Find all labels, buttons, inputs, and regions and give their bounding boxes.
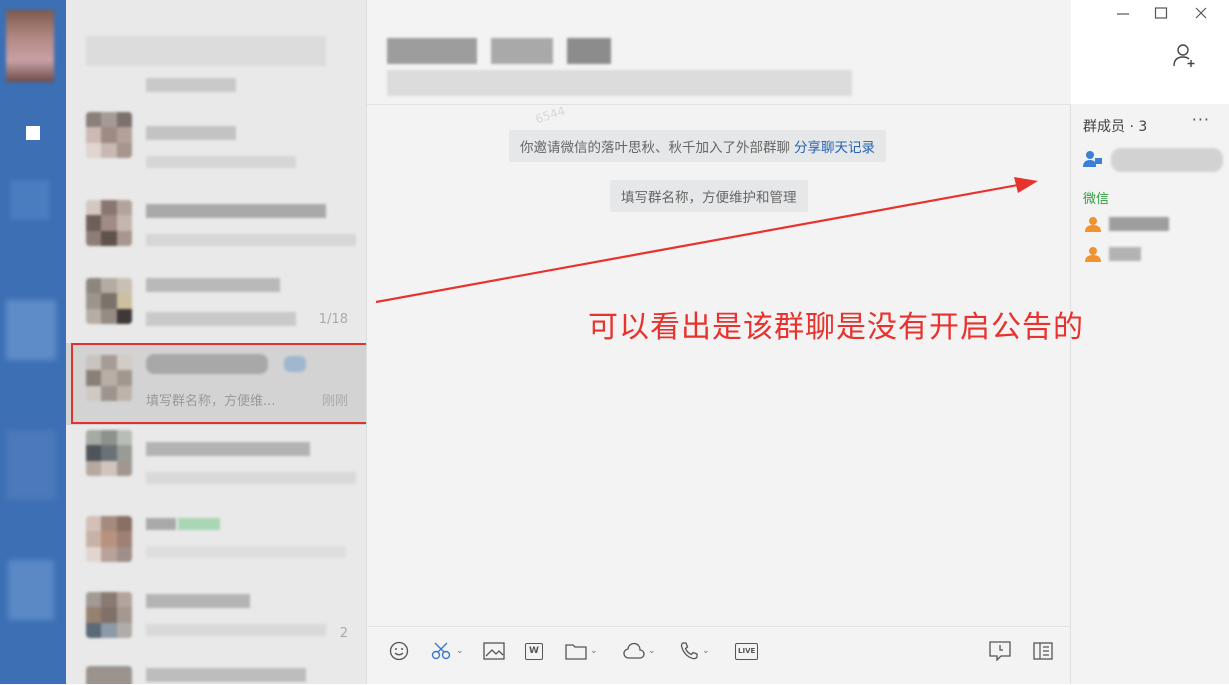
avatar [86,516,132,562]
file-button[interactable]: ⌄ [565,639,598,663]
close-icon [1195,7,1207,19]
chat-title [387,38,477,64]
rail-pixel [10,180,50,220]
chat-title [491,38,553,64]
chat-item-preview [146,546,346,558]
live-icon: LIVE [735,642,759,660]
input-toolbar: ⌄ W ⌄ ⌄ ⌄ LIVE [367,626,1071,685]
emoji-icon [389,641,409,661]
share-chat-history-link[interactable]: 分享聊天记录 [794,140,875,156]
chat-item-title [146,278,280,292]
person-icon [1085,217,1101,232]
avatar [86,430,132,476]
chevron-down-icon[interactable]: ⌄ [590,646,598,656]
annotation-text: 可以看出是该群聊是没有开启公告的 [588,310,1084,345]
system-message: 你邀请微信的落叶思秋、秋千加入了外部群聊 分享聊天记录 [509,130,886,162]
members-title: 群成员 · 3 [1083,119,1148,135]
members-section-label: 微信 [1083,192,1110,207]
avatar [86,592,132,638]
rail-pixel [8,560,54,620]
folder-icon [565,644,587,660]
watermark: 6544 [533,103,567,127]
cloud-icon [623,642,645,659]
more-icon[interactable]: ··· [1192,110,1210,129]
sidebar-toggle-button[interactable] [1033,639,1053,663]
chat-nav-icon[interactable] [26,126,40,140]
user-avatar[interactable] [6,10,54,82]
word-icon: W [525,642,543,660]
chat-item-title [146,78,236,92]
call-button[interactable]: ⌄ [679,639,710,663]
add-member-button[interactable] [1172,42,1198,68]
highlight-box [71,343,372,424]
chat-title [567,38,611,64]
screenshot-button[interactable]: ⌄ [431,639,464,663]
chat-item-preview [146,312,296,326]
chat-item-title [146,442,310,456]
person-icon [1085,247,1101,262]
chat-item-title [146,204,326,218]
chat-item-title [146,594,250,608]
rail-pixel [6,300,56,360]
member-name [1109,217,1169,231]
chat-header [367,0,1071,105]
doc-button[interactable]: W [525,639,543,663]
chat-item-title [146,518,176,530]
chevron-down-icon[interactable]: ⌄ [648,646,656,656]
avatar [86,112,132,158]
chat-item-time: 1/18 [318,312,348,327]
add-user-icon [1173,44,1195,67]
chat-subtitle [387,70,852,96]
emoji-button[interactable] [389,639,409,663]
system-message-text: 你邀请微信的落叶思秋、秋千加入了外部群聊 [520,140,790,156]
chat-item-preview [146,234,356,246]
avatar [86,666,132,684]
members-panel: 群成员 · 3 ··· 微信 [1070,104,1229,684]
minimize-icon [1117,13,1129,15]
sidebar-icon [1033,642,1053,660]
image-button[interactable] [483,639,505,663]
chat-item-preview [146,624,326,636]
chevron-down-icon[interactable]: ⌄ [702,646,710,656]
member-icon [1083,151,1102,167]
nav-rail [0,0,66,684]
system-message-text: 填写群名称，方便维护和管理 [621,190,797,206]
system-message: 填写群名称，方便维护和管理 [610,180,808,212]
chat-item-tag [178,518,220,530]
maximize-icon [1154,7,1168,19]
minimize-button[interactable] [1116,6,1130,24]
live-button[interactable]: LIVE [735,639,759,663]
chat-item-time: 2 [339,626,348,641]
chat-item-preview [146,472,356,484]
cloud-button[interactable]: ⌄ [623,639,656,663]
chat-item-title [146,126,236,140]
scissors-icon [431,642,451,660]
avatar [86,200,132,246]
maximize-button[interactable] [1154,6,1168,24]
member-name [1111,148,1223,172]
chat-list: 1/18 填写群名称，方便维... 刚刚 2 [66,0,366,684]
member-name [1109,247,1141,261]
close-button[interactable] [1194,6,1208,24]
image-icon [483,642,505,660]
chevron-down-icon[interactable]: ⌄ [456,646,464,656]
search-input[interactable] [86,36,326,66]
phone-icon [680,642,698,660]
history-button[interactable] [989,639,1011,663]
avatar [86,278,132,324]
chat-history-icon [989,641,1011,661]
chat-item-preview [146,156,296,168]
chat-item-title [146,668,306,682]
rail-pixel [6,430,56,500]
